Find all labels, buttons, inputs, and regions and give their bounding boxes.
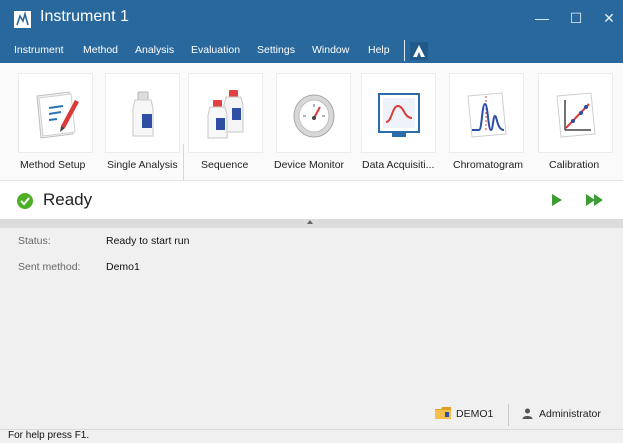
menu-evaluation[interactable]: Evaluation xyxy=(191,44,240,56)
sent-method-label: Sent method: xyxy=(18,261,81,273)
status-label: Status: xyxy=(18,235,51,247)
device-monitor-label: Device Monitor xyxy=(274,159,345,171)
data-acquisition-label: Data Acquisiti... xyxy=(362,159,435,171)
footer-separator xyxy=(508,404,509,426)
window-title: Instrument 1 xyxy=(40,8,129,25)
user-icon xyxy=(522,408,533,419)
sequence-label: Sequence xyxy=(201,159,249,171)
menu-separator xyxy=(404,40,405,61)
single-vial-icon xyxy=(132,91,154,137)
app-logo-icon xyxy=(14,11,31,28)
device-monitor-tile[interactable] xyxy=(276,73,351,153)
menu-method[interactable]: Method xyxy=(83,44,118,56)
chromatogram-label: Chromatogram xyxy=(453,159,524,171)
sent-method-value: Demo1 xyxy=(106,261,140,273)
chromatogram-tile[interactable] xyxy=(449,73,524,153)
check-circle-icon xyxy=(17,193,33,209)
folder-icon xyxy=(435,407,451,419)
menu-window[interactable]: Window xyxy=(312,44,349,56)
fast-forward-icon[interactable] xyxy=(585,193,605,207)
status-bar xyxy=(0,429,623,443)
calibration-tile[interactable] xyxy=(538,73,613,153)
menu-settings[interactable]: Settings xyxy=(257,44,295,56)
method-setup-tile[interactable] xyxy=(18,73,93,153)
minimize-button[interactable]: — xyxy=(531,7,553,29)
data-acquisition-tile[interactable] xyxy=(361,73,436,153)
launch-toolbar: Method Setup Single Analysis Sequence De… xyxy=(0,63,623,214)
menu-instrument[interactable]: Instrument xyxy=(14,44,64,56)
help-text: For help press F1. xyxy=(8,430,90,441)
menu-bar: Instrument Method Analysis Evaluation Se… xyxy=(0,38,623,63)
status-value: Ready to start run xyxy=(106,235,190,247)
menu-analysis[interactable]: Analysis xyxy=(135,44,174,56)
title-bar: Instrument 1 — ☐ ✕ xyxy=(0,0,623,38)
calibration-label: Calibration xyxy=(549,159,600,171)
maximize-button[interactable]: ☐ xyxy=(565,7,587,29)
data-acquisition-icon xyxy=(378,93,420,137)
vendor-logo-icon[interactable] xyxy=(410,42,428,60)
sequence-tile[interactable] xyxy=(188,73,263,153)
ready-status-text: Ready xyxy=(43,190,93,209)
user-name[interactable]: Administrator xyxy=(539,408,601,420)
calibration-icon xyxy=(556,92,596,138)
play-icon[interactable] xyxy=(550,193,564,207)
gauge-icon xyxy=(293,94,335,138)
chromatogram-icon xyxy=(467,92,507,138)
single-analysis-label: Single Analysis xyxy=(107,159,178,171)
multiple-vials-icon xyxy=(207,90,244,139)
method-setup-label: Method Setup xyxy=(20,159,86,171)
collapse-arrow-icon[interactable] xyxy=(307,220,313,224)
project-name[interactable]: DEMO1 xyxy=(456,408,493,420)
close-button[interactable]: ✕ xyxy=(598,7,620,29)
single-analysis-tile[interactable] xyxy=(105,73,180,153)
menu-help[interactable]: Help xyxy=(368,44,390,56)
ready-bar xyxy=(0,181,623,219)
method-setup-icon xyxy=(36,91,79,139)
